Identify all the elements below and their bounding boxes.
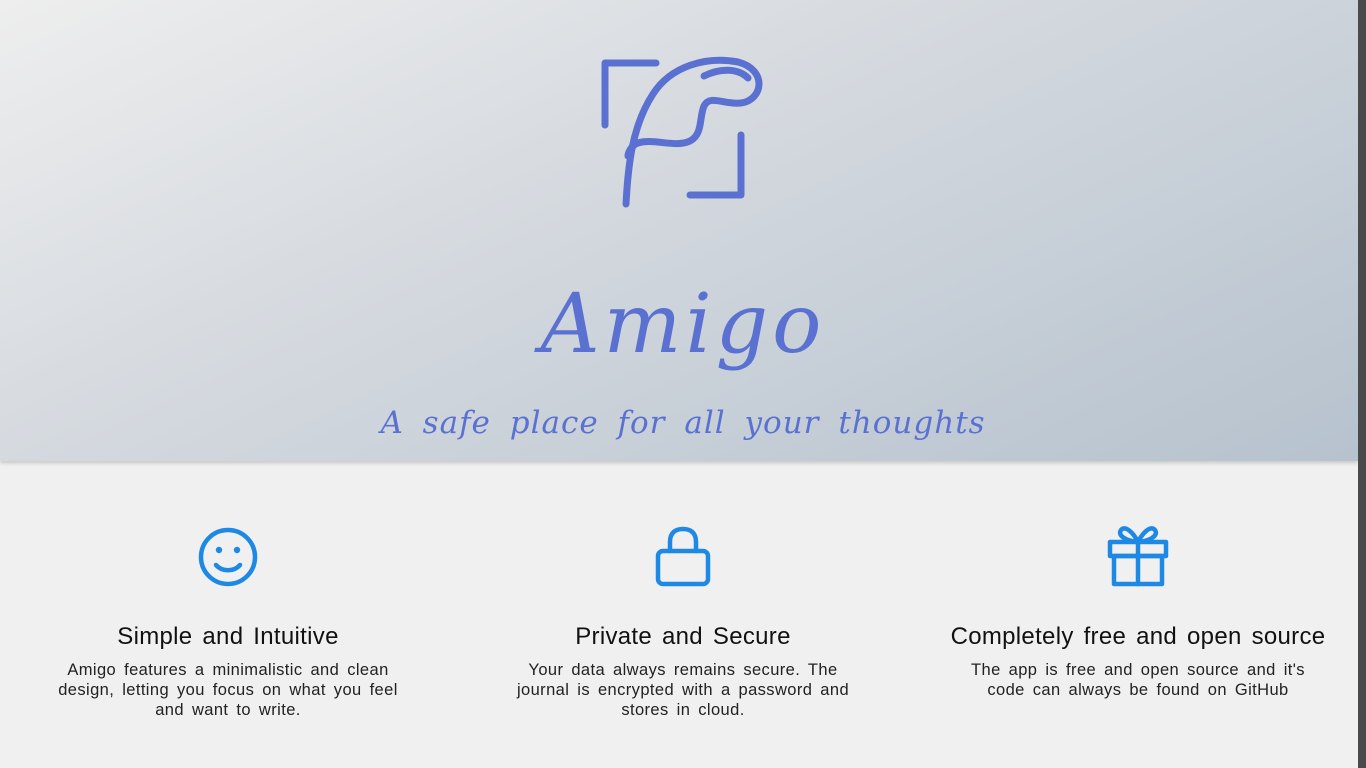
landing-page: Amigo A safe place for all your thoughts… xyxy=(0,0,1358,768)
hero-section: Amigo A safe place for all your thoughts xyxy=(0,0,1358,461)
gift-icon xyxy=(1107,526,1169,587)
feature-title: Private and Secure xyxy=(575,623,791,650)
feature-description: The app is free and open source and it's… xyxy=(971,661,1305,699)
smiley-face-icon xyxy=(198,527,258,587)
window-scrollbar[interactable] xyxy=(1358,0,1366,768)
amigo-logo-icon xyxy=(601,56,763,208)
app-tagline: A safe place for all your thoughts xyxy=(380,405,986,441)
app-title: Amigo xyxy=(540,277,826,372)
feature-title: Simple and Intuitive xyxy=(117,623,339,650)
lock-icon xyxy=(655,526,711,587)
feature-description: Your data always remains secure. The jou… xyxy=(516,661,850,719)
feature-title: Completely free and open source xyxy=(950,623,1326,650)
feature-description: Amigo features a minimalistic and clean … xyxy=(58,661,398,719)
